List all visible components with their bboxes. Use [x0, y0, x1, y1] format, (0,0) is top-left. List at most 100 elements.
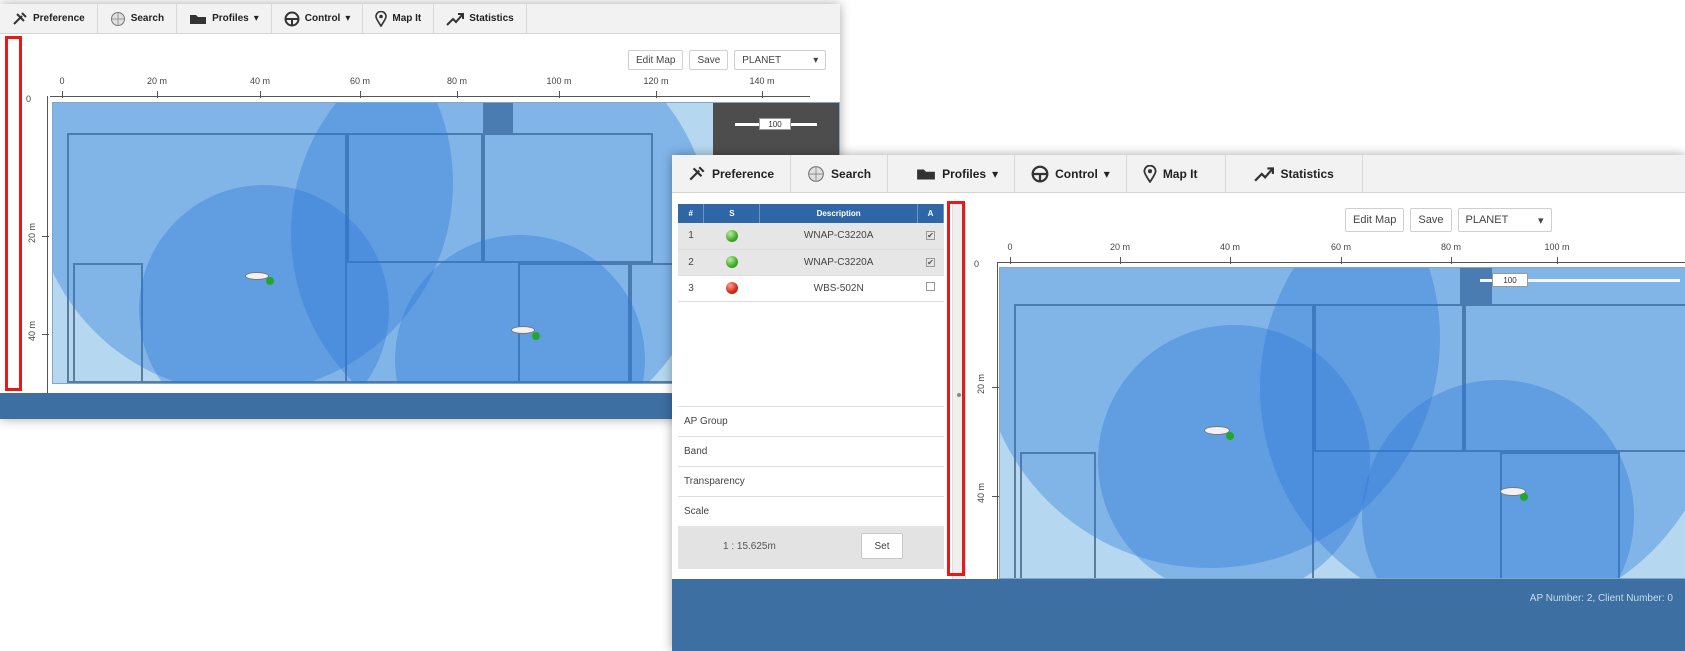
row-index: 1	[678, 223, 704, 250]
toolbar-map-it[interactable]: Map It	[363, 4, 435, 33]
chevron-down-icon: ▾	[992, 166, 999, 181]
set-scale-button[interactable]: Set	[861, 533, 903, 559]
chevron-down-icon: ▾	[1103, 166, 1110, 181]
map-pin-icon	[375, 10, 388, 27]
steering-wheel-icon	[1031, 165, 1049, 182]
ruler-label: 40 m	[249, 76, 271, 86]
status-text: AP Number: 2, Client Number: 0	[1529, 593, 1673, 604]
column-header-index[interactable]: #	[678, 204, 705, 223]
scale-value: 1 : 15.625m	[723, 541, 776, 552]
vertical-ruler: 0 20 m 40 m	[26, 94, 49, 396]
ap-status-dot	[266, 277, 274, 285]
toolbar-statistics-label: Statistics	[1280, 166, 1334, 181]
toolbar-profiles-label: Profiles	[212, 13, 249, 24]
toolbar-preference[interactable]: Preference	[672, 155, 792, 192]
save-button[interactable]: Save	[689, 50, 729, 70]
active-checkbox[interactable]: ✔	[926, 257, 935, 267]
status-green-led-icon	[725, 256, 738, 268]
zoom-value: 100	[759, 118, 791, 130]
horizontal-ruler: 0 20 m 40 m 60 m 80 m 100 m	[998, 242, 1685, 264]
table-row[interactable]: 1 WNAP-C3220A ✔	[678, 223, 944, 250]
ruler-tick	[762, 91, 763, 98]
column-header-active[interactable]: A	[917, 204, 944, 223]
band-option[interactable]: Band	[678, 436, 944, 466]
column-header-status[interactable]: S	[703, 204, 761, 223]
ruler-tick	[42, 236, 49, 237]
active-checkbox[interactable]: ✔	[926, 231, 935, 241]
map-button-group: Edit Map Save PLANET ▾	[628, 50, 827, 70]
toolbar-search[interactable]: Search	[98, 4, 178, 33]
toolbar-map-it-label: Map It	[1162, 166, 1198, 181]
ruler-label: 20 m	[146, 76, 168, 86]
toolbar-search[interactable]: Search	[791, 155, 889, 192]
edit-map-button[interactable]: Edit Map	[1345, 208, 1405, 232]
splitter-highlight-box	[947, 201, 965, 576]
toolbar-profiles[interactable]: Profiles ▾	[177, 4, 272, 33]
transparency-label: Transparency	[684, 476, 745, 487]
toolbar-preference[interactable]: Preference	[0, 4, 98, 33]
ruler-label: 120 m	[643, 76, 669, 86]
toolbar-control[interactable]: Control ▾	[272, 4, 364, 33]
map-pin-icon	[1143, 164, 1157, 183]
zoom-value: 100	[1492, 273, 1528, 287]
toolbar-statistics[interactable]: Statistics	[1226, 155, 1363, 192]
floor-plan-map[interactable]: 100	[999, 267, 1685, 579]
toolbar-map-it[interactable]: Map It	[1127, 155, 1227, 192]
save-button[interactable]: Save	[1410, 208, 1452, 232]
ruler-label: 40 m	[27, 320, 38, 342]
ruler-tick	[1341, 257, 1342, 264]
toolbar-preference-label: Preference	[33, 13, 85, 24]
active-cell: ✔	[917, 249, 944, 276]
ap-status-dot	[1226, 432, 1234, 440]
ap-description: WNAP-C3220A	[759, 223, 918, 250]
tools-icon	[689, 165, 705, 180]
toolbar-statistics[interactable]: Statistics	[434, 4, 527, 33]
ap-status-dot	[1520, 493, 1528, 501]
toolbar-control-label: Control	[304, 13, 341, 24]
access-point-icon[interactable]	[511, 326, 535, 334]
ruler-label: 0	[59, 76, 65, 86]
active-checkbox[interactable]	[926, 282, 935, 291]
row-index: 3	[678, 275, 704, 302]
ruler-tick	[260, 91, 261, 98]
chevron-down-icon: ▾	[1537, 214, 1544, 227]
transparency-option[interactable]: Transparency	[678, 466, 944, 496]
ruler-tick	[1010, 257, 1011, 264]
steering-wheel-icon	[284, 11, 300, 26]
ruler-label: 140 m	[749, 76, 775, 86]
active-cell	[917, 275, 944, 302]
site-select[interactable]: PLANET ▾	[1457, 208, 1552, 232]
horizontal-ruler: 0 20 m 40 m 60 m 80 m 100 m 120 m 140 m	[50, 76, 810, 98]
column-header-description[interactable]: Description	[759, 204, 919, 223]
site-select[interactable]: PLANET ▾	[734, 50, 827, 70]
table-row[interactable]: 2 WNAP-C3220A ✔	[678, 249, 944, 276]
main-toolbar: Preference Search Profiles ▾ Control ▾ Map…	[0, 4, 840, 34]
ruler-label: 100 m	[546, 76, 572, 86]
ruler-label: 20 m	[976, 373, 987, 395]
toolbar-control[interactable]: Control ▾	[1015, 155, 1127, 192]
toolbar-profiles[interactable]: Profiles ▾	[888, 155, 1016, 192]
chevron-down-icon: ▾	[253, 13, 259, 24]
table-row[interactable]: 3 WBS-502N	[678, 275, 944, 302]
toolbar-statistics-label: Statistics	[469, 13, 514, 24]
ruler-label: 20 m	[27, 222, 38, 244]
site-select-value: PLANET	[742, 54, 782, 66]
ruler-tick	[559, 91, 560, 98]
table-header-row: # S Description A	[678, 204, 944, 223]
zoom-control: 100	[1480, 268, 1685, 296]
ruler-tick	[656, 91, 657, 98]
ruler-tick	[457, 91, 458, 98]
toolbar-search-label: Search	[130, 13, 165, 24]
scale-option[interactable]: Scale	[678, 496, 944, 526]
trend-arrow-icon	[446, 12, 465, 26]
edit-map-button[interactable]: Edit Map	[628, 50, 684, 70]
ruler-label: 20 m	[1109, 242, 1131, 252]
status-cell	[703, 249, 760, 276]
status-cell	[703, 275, 760, 302]
folder-icon	[917, 169, 935, 180]
ruler-label: 80 m	[446, 76, 468, 86]
ruler-tick	[1120, 257, 1121, 264]
vertical-ruler: 0 20 m 40 m	[974, 259, 999, 580]
ap-group-option[interactable]: AP Group	[678, 406, 944, 436]
ruler-label: 0	[974, 259, 980, 269]
